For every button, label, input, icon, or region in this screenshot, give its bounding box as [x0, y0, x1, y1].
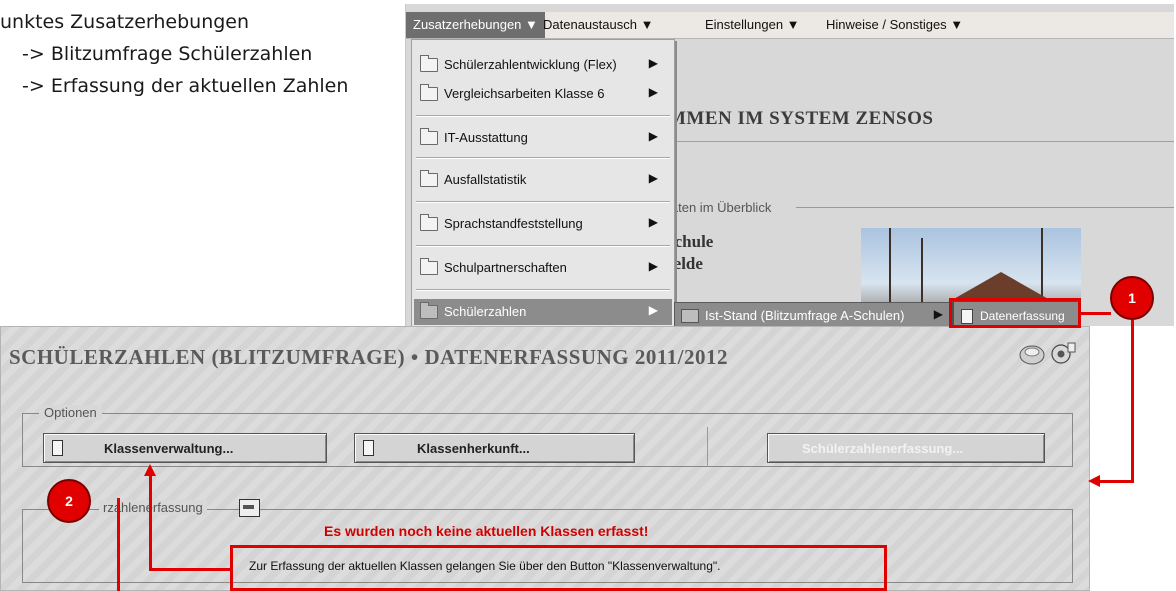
header-icons	[1018, 339, 1078, 374]
dd-item-label: Sprachstandfeststellung	[444, 216, 583, 231]
background-legend: laten im Überblick	[668, 200, 772, 215]
note-line-3: -> Erfassung der aktuellen Zahlen	[22, 75, 349, 97]
menu-separator	[416, 201, 670, 203]
folder-icon	[420, 128, 438, 145]
folder-icon	[420, 55, 438, 72]
background-heading: MMEN IM SYSTEM ZENSOS	[668, 108, 934, 129]
disc-icon[interactable]	[1019, 345, 1045, 365]
klassenherkunft-button[interactable]: Klassenherkunft...	[354, 433, 635, 463]
divider	[666, 141, 1174, 142]
menu-bar: Zusatzerhebungen ▼ Datenaustausch ▼ Eins…	[406, 12, 1174, 39]
folder-icon	[420, 84, 438, 101]
printer-icon[interactable]	[239, 499, 260, 517]
document-icon	[52, 440, 63, 456]
dd-item-label: IT-Ausstattung	[444, 130, 528, 145]
schuelerzahlenerfassung-button[interactable]: Schülerzahlenerfassung...	[767, 433, 1045, 463]
dd-item-ausfallstatistik[interactable]: Ausfallstatistik ▶	[414, 167, 672, 193]
marker-2: 2	[47, 479, 91, 523]
folder-icon	[420, 170, 438, 187]
dd-item-sprachstandfeststellung[interactable]: Sprachstandfeststellung ▶	[414, 211, 672, 237]
optionen-legend: Optionen	[39, 405, 102, 420]
chevron-right-icon: ▶	[648, 85, 658, 99]
instruction-notes: unktes Zusatzerhebungen -> Blitzumfrage …	[0, 6, 348, 102]
highlight-datenerfassung	[949, 298, 1081, 328]
schuelerzahlenerfassung-legend: rzahlenerfassung	[99, 500, 207, 515]
dd-item-label: Schulpartnerschaften	[444, 260, 567, 275]
arrow-left-icon	[1088, 475, 1100, 487]
chevron-right-icon: ▶	[648, 171, 658, 185]
divider	[707, 427, 708, 467]
chevron-right-icon: ▶	[648, 56, 658, 70]
dd-item-label: Schülerzahlen	[444, 304, 527, 319]
folder-icon	[420, 214, 438, 231]
chevron-right-icon: ▶	[648, 303, 658, 317]
dd-item-label: Vergleichsarbeiten Klasse 6	[444, 86, 605, 101]
dd-item-label: Ausfallstatistik	[444, 172, 527, 187]
submenu-label: Ist-Stand (Blitzumfrage A-Schulen)	[705, 308, 905, 323]
dd-item-schuelerzahlen[interactable]: Schülerzahlen ▶	[414, 299, 672, 325]
menu-datenaustausch[interactable]: Datenaustausch ▼	[536, 12, 660, 38]
submenu-ist-stand[interactable]: Ist-Stand (Blitzumfrage A-Schulen) ▶	[674, 302, 954, 326]
page-title: SCHÜLERZAHLEN (BLITZUMFRAGE) • DATENERFA…	[9, 345, 728, 369]
warning-message: Es wurden noch keine aktuellen Klassen e…	[324, 523, 649, 539]
settings-icon[interactable]	[1051, 342, 1076, 364]
button-label: Klassenherkunft...	[417, 441, 530, 456]
menu-separator	[416, 245, 670, 247]
chevron-right-icon: ▶	[648, 129, 658, 143]
button-label: Klassenverwaltung...	[104, 441, 234, 456]
menu-separator	[416, 157, 670, 159]
zusatzerhebungen-dropdown: Schülerzahlentwicklung (Flex) ▶ Vergleic…	[411, 39, 675, 326]
folder-icon	[420, 258, 438, 275]
menu-zusatzerhebungen[interactable]: Zusatzerhebungen ▼	[406, 12, 545, 38]
menu-separator	[416, 289, 670, 291]
highlight-hint	[230, 545, 887, 591]
note-line-2: -> Blitzumfrage Schülerzahlen	[22, 43, 313, 65]
menu-hinweise-sonstiges[interactable]: Hinweise / Sonstiges ▼	[819, 12, 970, 38]
dd-item-vergleichsarbeiten[interactable]: Vergleichsarbeiten Klasse 6 ▶	[414, 81, 672, 107]
divider	[796, 207, 1174, 208]
dd-item-it-ausstattung[interactable]: IT-Ausstattung ▶	[414, 125, 672, 151]
chevron-right-icon: ▶	[648, 215, 658, 229]
folder-icon	[420, 302, 438, 319]
annotation-line	[149, 568, 232, 571]
toolbar-icons	[1019, 342, 1076, 365]
menu-separator	[416, 115, 670, 117]
menu-einstellungen[interactable]: Einstellungen ▼	[698, 12, 807, 38]
chevron-right-icon: ▶	[648, 259, 658, 273]
arrow-up-icon	[144, 464, 156, 476]
button-label: Schülerzahlenerfassung...	[802, 441, 964, 456]
annotation-line	[149, 474, 152, 570]
annotation-line	[1131, 320, 1134, 482]
folder-icon	[681, 309, 699, 323]
klassenverwaltung-button[interactable]: Klassenverwaltung...	[43, 433, 327, 463]
marker-1: 1	[1110, 276, 1154, 320]
annotation-line	[1098, 480, 1134, 483]
dd-item-schulpartnerschaften[interactable]: Schulpartnerschaften ▶	[414, 255, 672, 281]
dd-item-label: Schülerzahlentwicklung (Flex)	[444, 57, 617, 72]
note-line-1: unktes Zusatzerhebungen	[0, 11, 250, 33]
annotation-line	[117, 498, 120, 591]
dd-item-schuelerzahlentwicklung[interactable]: Schülerzahlentwicklung (Flex) ▶	[414, 52, 672, 78]
menu-screenshot: Zusatzerhebungen ▼ Datenaustausch ▼ Eins…	[405, 4, 1174, 326]
document-icon	[363, 440, 374, 456]
annotation-line	[1081, 312, 1111, 315]
chevron-right-icon: ▶	[933, 307, 943, 321]
